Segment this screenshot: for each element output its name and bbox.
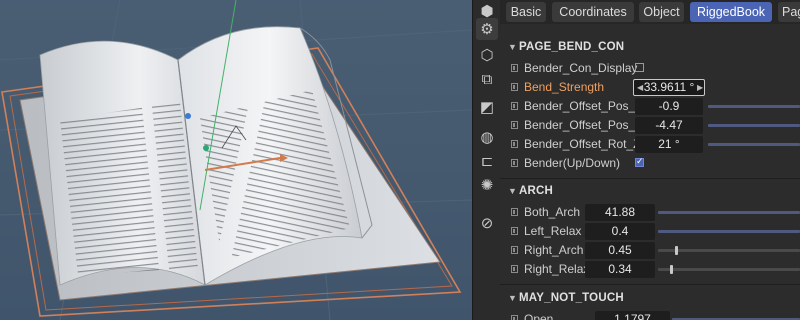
- tab-riggedbook[interactable]: RiggedBook: [690, 2, 772, 22]
- row-bender-con-display: Bender_Con_Display: [500, 59, 800, 78]
- tab-object[interactable]: Object: [639, 2, 684, 22]
- chevron-down-icon: ▼: [508, 186, 518, 196]
- rig-handle[interactable]: [203, 145, 209, 151]
- keyframe-icon[interactable]: [511, 102, 518, 110]
- chevron-down-icon: ▼: [508, 293, 518, 303]
- param-label: Both_Arch: [524, 205, 581, 219]
- decrement-arrow-icon[interactable]: ◀: [637, 79, 643, 96]
- slider-knob[interactable]: [670, 265, 673, 274]
- param-label: Bender_Offset_Rot_Z: [524, 137, 641, 151]
- tab-bar: Basic Coordinates Object RiggedBook Pag: [500, 0, 800, 24]
- section-arch[interactable]: ▼ ARCH: [500, 181, 800, 201]
- keyframe-icon[interactable]: [511, 159, 518, 167]
- param-label: Left_Relax: [524, 224, 582, 238]
- section-title: MAY_NOT_TOUCH: [519, 292, 624, 304]
- param-label: Right_Arch: [524, 243, 584, 257]
- both-arch-field[interactable]: 41.88: [585, 204, 655, 221]
- divider: [500, 178, 800, 179]
- slider-knob[interactable]: [675, 246, 678, 255]
- row-bender-offset-rot-z: Bender_Offset_Rot_Z 21 °: [500, 135, 800, 154]
- slider-track[interactable]: [658, 268, 800, 271]
- tab-basic[interactable]: Basic: [506, 2, 546, 22]
- left-relax-field[interactable]: 0.4: [585, 223, 655, 240]
- param-label: Bender_Offset_Pos_X: [524, 99, 644, 113]
- param-label: Bender(Up/Down): [524, 156, 621, 170]
- row-bender-offset-pos-y: Bender_Offset_Pos_Y -4.47: [500, 116, 800, 135]
- increment-arrow-icon[interactable]: ▶: [697, 79, 703, 96]
- slider-track[interactable]: [658, 230, 800, 233]
- properties-toolstrip: ⬢ ⚙ ⬡ ⧉ ◩ ◍ ⊏ ✺ ⊘: [472, 0, 501, 320]
- section-title: PAGE_BEND_CON: [519, 41, 625, 53]
- bend-strength-field[interactable]: 33.9611 °: [633, 79, 705, 96]
- keyframe-icon[interactable]: [511, 227, 518, 235]
- divider: [500, 284, 800, 285]
- section-title: ARCH: [519, 185, 554, 197]
- row-bend-strength: Bend_Strength 33.9611 ° ◀ ▶: [500, 78, 800, 97]
- brush-icon[interactable]: ⊘: [476, 212, 498, 234]
- row-left-relax: Left_Relax 0.4: [500, 222, 800, 241]
- bender-offset-rot-z-field[interactable]: 21 °: [635, 136, 703, 153]
- shield-icon[interactable]: ⬡: [476, 44, 498, 66]
- keyframe-icon[interactable]: [511, 315, 518, 320]
- 3d-viewport[interactable]: [0, 0, 472, 320]
- param-label: Right_Relax: [524, 262, 590, 276]
- section-page-bend-con[interactable]: ▼ PAGE_BEND_CON: [500, 37, 800, 57]
- row-right-arch: Right_Arch 0.45: [500, 241, 800, 260]
- keyframe-icon[interactable]: [511, 121, 518, 129]
- slider-track[interactable]: [658, 211, 800, 214]
- keyframe-icon[interactable]: [511, 140, 518, 148]
- keyframe-icon[interactable]: [511, 83, 518, 91]
- param-label: Bender_Con_Display: [524, 61, 638, 75]
- chevron-down-icon: ▼: [508, 42, 518, 52]
- deform-icon[interactable]: ◩: [476, 96, 498, 118]
- row-right-relax: Right_Relax 0.34: [500, 260, 800, 279]
- bender-offset-pos-y-field[interactable]: -4.47: [635, 117, 703, 134]
- row-both-arch: Both_Arch 41.88: [500, 203, 800, 222]
- globe-icon[interactable]: ◍: [476, 126, 498, 148]
- light-icon[interactable]: ✺: [476, 174, 498, 196]
- rig-handle-blue[interactable]: [185, 113, 191, 119]
- slider-track[interactable]: [708, 124, 800, 127]
- section-may-not-touch[interactable]: ▼ MAY_NOT_TOUCH: [500, 288, 800, 308]
- keyframe-icon[interactable]: [511, 64, 518, 72]
- row-bender-up-down: Bender(Up/Down): [500, 154, 800, 173]
- param-label: Bend_Strength: [524, 80, 605, 94]
- row-bender-offset-pos-x: Bender_Offset_Pos_X -0.9: [500, 97, 800, 116]
- right-arch-field[interactable]: 0.45: [585, 242, 655, 259]
- tab-pag[interactable]: Pag: [778, 2, 800, 22]
- gear-icon[interactable]: ⚙: [476, 18, 498, 40]
- tag-icon[interactable]: ⊏: [476, 150, 498, 172]
- keyframe-icon[interactable]: [511, 265, 518, 273]
- book-render: [0, 0, 472, 320]
- properties-panel: Basic Coordinates Object RiggedBook Pag …: [500, 0, 800, 320]
- bender-offset-pos-x-field[interactable]: -0.9: [635, 98, 703, 115]
- bender-con-display-checkbox[interactable]: [635, 63, 644, 72]
- slider-track[interactable]: [658, 249, 800, 252]
- row-open: Open 1.1797: [500, 310, 800, 320]
- right-relax-field[interactable]: 0.34: [585, 261, 655, 278]
- tab-coordinates[interactable]: Coordinates: [552, 2, 634, 22]
- transform-icon[interactable]: ⧉: [476, 68, 498, 90]
- slider-track[interactable]: [708, 143, 800, 146]
- open-field[interactable]: 1.1797: [595, 311, 670, 320]
- keyframe-icon[interactable]: [511, 246, 518, 254]
- bender-up-down-checkbox[interactable]: [635, 156, 644, 167]
- slider-track[interactable]: [708, 105, 800, 108]
- param-label: Bender_Offset_Pos_Y: [524, 118, 644, 132]
- keyframe-icon[interactable]: [511, 208, 518, 216]
- param-label: Open: [524, 312, 554, 320]
